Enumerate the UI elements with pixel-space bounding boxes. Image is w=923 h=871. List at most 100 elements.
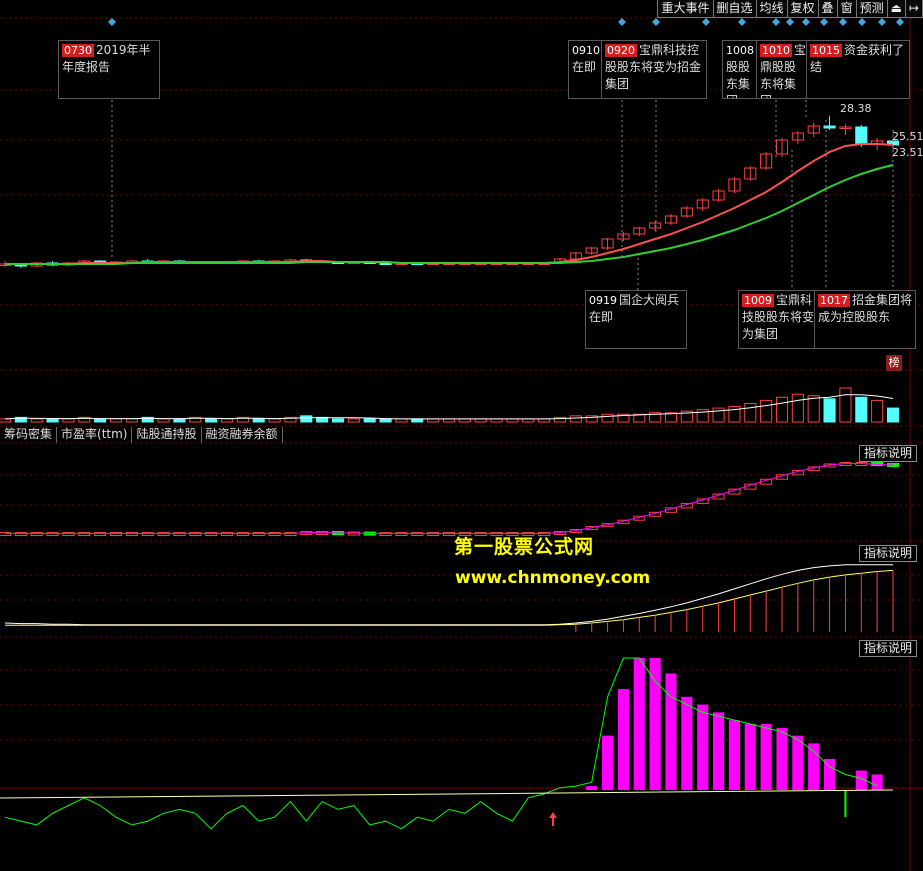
buy-arrow-icon bbox=[549, 812, 557, 826]
event-box-1009[interactable]: 1009 宝鼎科技股股东将变为集团 bbox=[738, 290, 818, 349]
exit-icon[interactable]: ↦ bbox=[904, 0, 923, 18]
tab-chip-distribution[interactable]: 筹码密集 bbox=[0, 427, 58, 443]
volume-ma-line bbox=[4, 394, 894, 420]
volume-bar bbox=[268, 418, 281, 423]
magenta-bar bbox=[602, 735, 614, 790]
magenta-bar bbox=[633, 658, 645, 790]
event-marker-icon bbox=[738, 18, 746, 26]
indicator-block bbox=[379, 532, 392, 537]
overlay-button[interactable]: 叠 bbox=[817, 0, 838, 18]
event-text: 股股东集团 bbox=[726, 60, 751, 98]
volume-bar bbox=[823, 398, 836, 423]
event-date: 1008 bbox=[726, 44, 754, 57]
magenta-bar bbox=[776, 727, 788, 790]
indicator-block bbox=[46, 532, 59, 537]
magenta-bar bbox=[760, 724, 772, 790]
magenta-bar bbox=[871, 774, 883, 790]
magenta-bar bbox=[808, 743, 820, 790]
indicator-block bbox=[427, 532, 440, 537]
indicator-block bbox=[62, 532, 75, 537]
indicator-block bbox=[94, 532, 107, 537]
magenta-bar bbox=[649, 658, 661, 790]
event-marker-icon bbox=[786, 18, 794, 26]
event-date: 1010 bbox=[760, 44, 792, 57]
event-date: 0920 bbox=[605, 44, 637, 57]
ranking-badge[interactable]: 榜 bbox=[886, 355, 902, 371]
volume-bar bbox=[839, 387, 852, 423]
tab-northbound-holdings[interactable]: 陆股通持股 bbox=[132, 427, 202, 443]
middle-white-line bbox=[4, 564, 893, 626]
event-box-1010[interactable]: 1010宝鼎股股东将集团 bbox=[756, 40, 810, 99]
event-box-0919[interactable]: 0919 国企大阅兵在即 bbox=[585, 290, 687, 349]
event-marker-icon bbox=[108, 18, 116, 26]
watermark-url: www.chnmoney.com bbox=[455, 568, 651, 588]
major-events-button[interactable]: 重大事件 bbox=[657, 0, 714, 18]
volume-bar bbox=[775, 396, 789, 423]
indicator-block bbox=[442, 532, 456, 537]
event-marker-icon bbox=[618, 18, 626, 26]
ma-upper-label: 25.51 bbox=[892, 130, 923, 143]
volume-bar bbox=[886, 407, 900, 423]
indicator-help-button-2[interactable]: 指标说明 bbox=[858, 545, 917, 562]
tab-pe-ttm[interactable]: 市盈率(ttm) bbox=[57, 427, 133, 443]
forecast-button[interactable]: 预测 bbox=[855, 0, 888, 18]
event-marker-icon bbox=[896, 18, 904, 26]
volume-bar bbox=[807, 395, 820, 423]
magenta-bar bbox=[792, 735, 804, 790]
magenta-bar bbox=[617, 689, 629, 790]
lock-icon[interactable]: ⏏ bbox=[886, 0, 906, 18]
indicator-block bbox=[411, 532, 424, 537]
event-box-1017[interactable]: 1017 招金集团将成为控股股东 bbox=[814, 290, 916, 349]
indicator-block bbox=[125, 532, 138, 537]
event-date: 1015 bbox=[810, 44, 842, 57]
baseline-line bbox=[0, 789, 894, 799]
event-marker-icon bbox=[878, 18, 886, 26]
volume-bar bbox=[791, 393, 804, 423]
volume-bar bbox=[601, 413, 614, 423]
volume-bar bbox=[379, 418, 392, 423]
indicator-tabs: 筹码密集 市盈率(ttm) 陆股通持股 融资融券余额 bbox=[0, 427, 283, 443]
moving-average-button[interactable]: 均线 bbox=[755, 0, 788, 18]
indicator-block bbox=[157, 532, 170, 537]
event-date: 0919 bbox=[589, 294, 617, 307]
indicator-block bbox=[252, 532, 265, 537]
volume-bar bbox=[62, 418, 75, 423]
event-date: 0730 bbox=[62, 44, 94, 57]
indicator-block bbox=[30, 532, 43, 537]
magenta-bar bbox=[728, 720, 740, 790]
volume-bar bbox=[94, 418, 107, 423]
indicator-block bbox=[395, 532, 408, 537]
event-text: 在即 bbox=[572, 60, 597, 74]
volume-bar bbox=[363, 418, 376, 423]
volume-bar bbox=[220, 418, 234, 423]
volume-bar bbox=[855, 396, 868, 423]
indicator-block bbox=[205, 532, 218, 537]
event-box-0920[interactable]: 0920 宝鼎科技控股股东将变为招金集团 bbox=[601, 40, 707, 99]
event-box-1015[interactable]: 1015 资金获利了结 bbox=[806, 40, 910, 99]
indicator-block bbox=[268, 532, 281, 537]
event-box-0730[interactable]: 0730 2019年半年度报告 bbox=[58, 40, 160, 99]
ma-short-line bbox=[5, 143, 894, 265]
indicator-block bbox=[189, 532, 202, 537]
middle-yellow-line bbox=[5, 569, 894, 626]
adjust-rights-button[interactable]: 复权 bbox=[786, 0, 819, 18]
volume-bar bbox=[30, 418, 43, 423]
window-button[interactable]: 窗 bbox=[836, 0, 857, 18]
magenta-bar bbox=[697, 704, 709, 790]
event-marker-icon bbox=[702, 18, 710, 26]
event-marker-icon bbox=[772, 18, 780, 26]
indicator-block bbox=[220, 532, 234, 537]
indicator-help-button-3[interactable]: 指标说明 bbox=[858, 640, 917, 657]
event-box-1008[interactable]: 1008 股股东集团 bbox=[722, 40, 760, 99]
volume-bar bbox=[300, 415, 313, 423]
tab-margin-balance[interactable]: 融资融券余额 bbox=[202, 427, 283, 443]
volume-bar bbox=[871, 399, 884, 423]
event-date: 1009 bbox=[742, 294, 774, 307]
volume-bar bbox=[46, 418, 59, 423]
remove-watchlist-button[interactable]: 删自选 bbox=[712, 0, 757, 18]
indicator-block bbox=[0, 532, 12, 537]
indicator-help-button-1[interactable]: 指标说明 bbox=[858, 445, 917, 462]
volume-bar bbox=[205, 418, 218, 423]
volume-bar bbox=[252, 418, 265, 423]
magenta-bar bbox=[681, 696, 693, 790]
